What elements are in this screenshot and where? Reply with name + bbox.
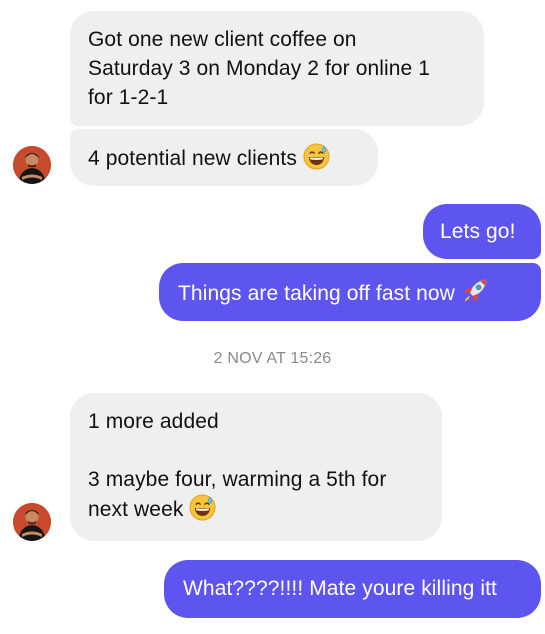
rocket-icon (461, 277, 489, 313)
message-text-line-with-emoji: next week (88, 494, 442, 529)
grinning-face-with-sweat-icon (303, 143, 330, 178)
contact-avatar[interactable] (13, 503, 51, 541)
message-timestamp: 2 NOV AT 15:26 (213, 350, 332, 367)
outgoing-message-bubble[interactable]: What????!!!! Mate youre killing itt (164, 560, 541, 618)
message-text-line: 1 more added (88, 410, 219, 433)
message-text-line: Saturday 3 on Monday 2 for online 1 (88, 57, 431, 80)
message-text-line: Got one new client coffee on (88, 28, 357, 51)
message-text: Lets go! (440, 220, 516, 243)
message-text: 4 potential new clients (88, 147, 297, 170)
message-text: What????!!!! Mate youre killing itt (183, 577, 497, 600)
contact-avatar[interactable] (13, 146, 51, 184)
message-text-line: 3 maybe four, warming a 5th for (88, 468, 387, 491)
incoming-message-bubble[interactable]: 4 potential new clients (70, 129, 378, 186)
person-photo-icon (13, 146, 51, 184)
message-text: next week (88, 498, 184, 521)
person-photo-icon (13, 503, 51, 541)
outgoing-message-bubble[interactable]: Lets go! (423, 204, 541, 259)
incoming-message-bubble[interactable]: 1 more added 3 maybe four, warming a 5th… (70, 393, 442, 541)
message-text-line: for 1-2-1 (88, 86, 169, 109)
incoming-message-bubble[interactable]: Got one new client coffee on Saturday 3 … (70, 11, 484, 126)
outgoing-message-bubble[interactable]: Things are taking off fast now (159, 263, 541, 321)
message-text: Things are taking off fast now (178, 282, 455, 305)
grinning-face-with-sweat-icon (189, 494, 216, 529)
